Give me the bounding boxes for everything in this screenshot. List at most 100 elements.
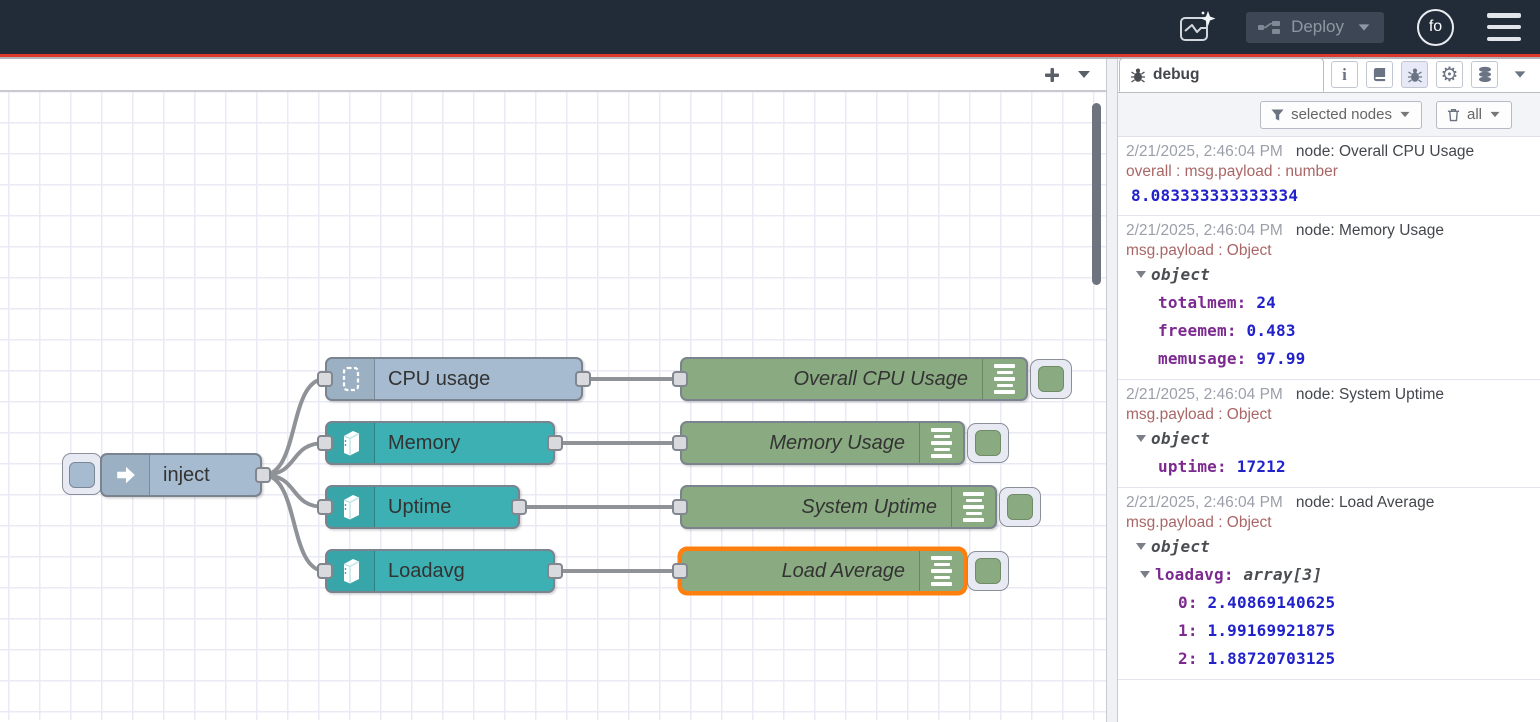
object-label: object bbox=[1151, 265, 1210, 284]
port-out-uptime[interactable] bbox=[511, 499, 527, 515]
node-cpu-usage[interactable]: CPU usage bbox=[325, 357, 583, 401]
node-debug-loadavg[interactable]: Load Average bbox=[680, 549, 965, 593]
debug-toggle-button[interactable] bbox=[967, 423, 1009, 463]
array-type-label: array[3] bbox=[1244, 565, 1323, 584]
debug-toggle-button[interactable] bbox=[999, 487, 1041, 527]
object-key: memusage: bbox=[1158, 349, 1247, 368]
debug-message-list: 2/21/2025, 2:46:04 PM node: Overall CPU … bbox=[1118, 137, 1540, 680]
object-key: totalmem: bbox=[1158, 293, 1247, 312]
wires-layer bbox=[0, 92, 1106, 720]
flow-editor-column: inject CPU usage bbox=[0, 59, 1106, 722]
array-key: loadavg: bbox=[1155, 565, 1234, 584]
deploy-label: Deploy bbox=[1291, 17, 1344, 37]
port-out-inject[interactable] bbox=[255, 467, 271, 483]
header-bar: Deploy fo bbox=[0, 0, 1540, 54]
inject-trigger-button[interactable] bbox=[62, 453, 102, 495]
port-in-uptime[interactable] bbox=[317, 499, 333, 515]
book-icon bbox=[1372, 67, 1387, 82]
debug-toggle-button[interactable] bbox=[1030, 359, 1072, 399]
node-loadavg[interactable]: Loadavg bbox=[325, 549, 555, 593]
flow-list-caret-icon[interactable] bbox=[1078, 71, 1090, 78]
collapse-caret-icon[interactable] bbox=[1140, 571, 1150, 578]
config-tab-button[interactable]: ⚙ bbox=[1436, 61, 1463, 88]
collapse-caret-icon[interactable] bbox=[1136, 271, 1146, 278]
message-source-node: node: Memory Usage bbox=[1296, 220, 1444, 241]
message-property-path: msg.payload : Object bbox=[1126, 241, 1530, 261]
port-in-debug-uptime[interactable] bbox=[672, 499, 688, 515]
port-in-debug-memory[interactable] bbox=[672, 435, 688, 451]
clear-caret-icon bbox=[1491, 112, 1500, 117]
port-in-cpu[interactable] bbox=[317, 371, 333, 387]
object-label: object bbox=[1151, 429, 1210, 448]
node-inject[interactable]: inject bbox=[100, 453, 262, 497]
database-icon bbox=[1477, 66, 1493, 83]
message-source-node: node: Overall CPU Usage bbox=[1296, 141, 1474, 162]
ai-assistant-icon[interactable] bbox=[1178, 9, 1218, 45]
node-label: Overall CPU Usage bbox=[682, 359, 982, 399]
debug-output-icon bbox=[919, 551, 963, 591]
message-value: 8.083333333333334 bbox=[1126, 182, 1530, 209]
port-out-memory[interactable] bbox=[547, 435, 563, 451]
node-label: System Uptime bbox=[682, 487, 951, 527]
deploy-nodes-icon bbox=[1258, 20, 1281, 35]
port-out-loadavg[interactable] bbox=[547, 563, 563, 579]
user-avatar[interactable]: fo bbox=[1417, 9, 1454, 46]
info-tab-button[interactable]: i bbox=[1331, 61, 1358, 88]
debug-message: 2/21/2025, 2:46:04 PM node: Overall CPU … bbox=[1118, 137, 1540, 216]
port-in-debug-cpu[interactable] bbox=[672, 371, 688, 387]
message-timestamp: 2/21/2025, 2:46:04 PM bbox=[1126, 384, 1283, 405]
clear-messages-button[interactable]: all bbox=[1436, 101, 1512, 129]
workspace: inject CPU usage bbox=[0, 59, 1540, 722]
message-timestamp: 2/21/2025, 2:46:04 PM bbox=[1126, 220, 1283, 241]
tab-debug-label: debug bbox=[1153, 66, 1200, 84]
port-in-memory[interactable] bbox=[317, 435, 333, 451]
object-key: uptime: bbox=[1158, 457, 1227, 476]
tab-debug[interactable]: debug bbox=[1119, 58, 1324, 92]
node-label: Memory Usage bbox=[682, 423, 919, 463]
debug-toggle-button[interactable] bbox=[967, 551, 1009, 591]
message-source-node: node: Load Average bbox=[1296, 492, 1434, 513]
add-flow-button[interactable] bbox=[1044, 67, 1060, 83]
debug-tab-button[interactable] bbox=[1401, 61, 1428, 88]
server-icon bbox=[327, 487, 375, 527]
node-label: Uptime bbox=[375, 487, 451, 527]
trash-icon bbox=[1447, 108, 1460, 122]
collapse-caret-icon[interactable] bbox=[1136, 435, 1146, 442]
sidebar-tabs-caret-icon[interactable] bbox=[1515, 71, 1526, 77]
flow-tab-bar bbox=[0, 59, 1106, 92]
node-label: Memory bbox=[375, 423, 460, 463]
info-icon: i bbox=[1342, 65, 1347, 85]
node-label: Loadavg bbox=[375, 551, 465, 591]
port-in-loadavg[interactable] bbox=[317, 563, 333, 579]
flow-canvas[interactable]: inject CPU usage bbox=[0, 92, 1106, 720]
main-menu-icon[interactable] bbox=[1487, 13, 1521, 41]
debug-toolbar: selected nodes all bbox=[1118, 93, 1540, 137]
canvas-vertical-scrollbar[interactable] bbox=[1092, 103, 1101, 285]
debug-message: 2/21/2025, 2:46:04 PM node: Memory Usage… bbox=[1118, 216, 1540, 380]
array-index: 2: bbox=[1178, 649, 1198, 668]
bug-icon bbox=[1407, 67, 1423, 83]
array-index: 0: bbox=[1178, 593, 1198, 612]
node-uptime[interactable]: Uptime bbox=[325, 485, 520, 529]
message-timestamp: 2/21/2025, 2:46:04 PM bbox=[1126, 492, 1283, 513]
collapse-caret-icon[interactable] bbox=[1136, 543, 1146, 550]
array-value: 1.88720703125 bbox=[1208, 649, 1336, 668]
sidebar-tab-bar: debug i bbox=[1118, 59, 1540, 93]
inject-arrow-icon bbox=[102, 455, 150, 495]
node-debug-memory[interactable]: Memory Usage bbox=[680, 421, 965, 465]
port-in-debug-loadavg[interactable] bbox=[672, 563, 688, 579]
node-memory[interactable]: Memory bbox=[325, 421, 555, 465]
panel-resize-divider[interactable] bbox=[1106, 59, 1118, 722]
context-tab-button[interactable] bbox=[1471, 61, 1498, 88]
object-key: freemem: bbox=[1158, 321, 1237, 340]
filter-caret-icon bbox=[1400, 112, 1409, 117]
port-out-cpu[interactable] bbox=[575, 371, 591, 387]
deploy-caret-icon[interactable] bbox=[1359, 24, 1370, 30]
cpu-chip-icon bbox=[327, 359, 375, 399]
array-index: 1: bbox=[1178, 621, 1198, 640]
filter-nodes-button[interactable]: selected nodes bbox=[1260, 101, 1422, 129]
help-tab-button[interactable] bbox=[1366, 61, 1393, 88]
node-debug-uptime[interactable]: System Uptime bbox=[680, 485, 997, 529]
deploy-button[interactable]: Deploy bbox=[1246, 12, 1384, 43]
node-debug-overall-cpu[interactable]: Overall CPU Usage bbox=[680, 357, 1028, 401]
